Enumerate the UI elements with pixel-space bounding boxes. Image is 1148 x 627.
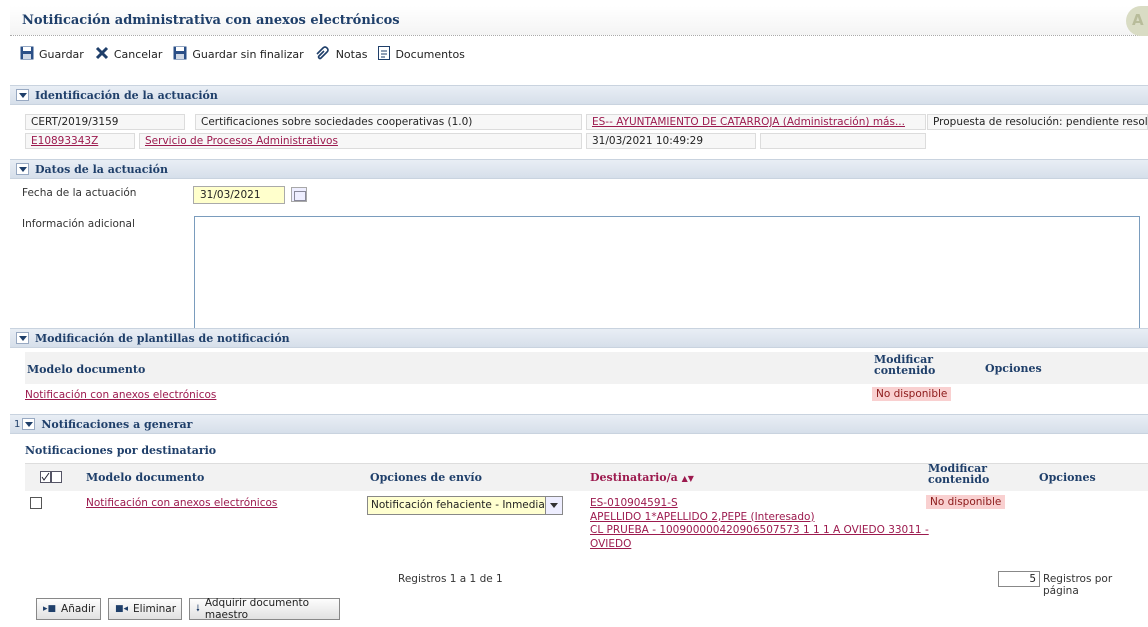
col-modify-header: Modificar contenido	[928, 463, 989, 485]
additional-info-label: Información adicional	[22, 218, 135, 230]
col-model-header: Modelo documento	[27, 363, 146, 376]
col-send-options-header: Opciones de envío	[370, 471, 482, 484]
notification-status-badge: No disponible	[926, 495, 1006, 509]
add-label: Añadir	[61, 603, 96, 615]
notifications-title: Notificaciones a generar	[41, 417, 193, 431]
collapse-toggle-icon[interactable]	[16, 332, 29, 344]
procedure-name: Certificaciones sobre sociedades coopera…	[195, 114, 582, 130]
collapse-toggle-icon[interactable]	[16, 163, 29, 175]
col-options-header: Opciones	[985, 362, 1042, 375]
col-modify-line2: contenido	[928, 473, 990, 486]
col-modify-header: Modificar contenido	[874, 354, 935, 376]
action-datetime: 31/03/2021 10:49:29	[586, 133, 756, 149]
per-page-input[interactable]: 5	[998, 571, 1040, 587]
recipient-address-link[interactable]: CL PRUEBA - 100900000420906507573 1 1 1 …	[590, 524, 929, 538]
template-status-badge: No disponible	[872, 387, 952, 401]
notifications-subtitle: Notificaciones por destinatario	[25, 444, 217, 457]
add-icon: ▸■	[43, 604, 57, 614]
additional-info-textarea[interactable]	[194, 216, 1140, 337]
add-button[interactable]: ▸■ Añadir	[36, 598, 101, 620]
action-date-input[interactable]: 31/03/2021	[193, 186, 285, 204]
recipient-id-link[interactable]: ES-010904591-S	[590, 497, 929, 511]
col-recipient-label: Destinatario/a	[590, 471, 678, 484]
col-modify-line2: contenido	[874, 364, 936, 377]
recipient-name-link[interactable]: APELLIDO 1*APELLIDO 2,PEPE (Interesado)	[590, 511, 929, 525]
documents-label: Documentos	[395, 47, 465, 61]
service-link[interactable]: Servicio de Procesos Administrativos	[139, 133, 582, 149]
notes-label: Notas	[335, 47, 368, 61]
save-without-finishing-label: Guardar sin finalizar	[192, 47, 304, 61]
sort-icon[interactable]: ▲▼	[682, 473, 694, 483]
identification-title: Identificación de la actuación	[35, 88, 218, 102]
col-recipient-header[interactable]: Destinatario/a ▲▼	[590, 471, 694, 484]
date-label: Fecha de la actuación	[22, 187, 137, 199]
send-option-value: Notificación fehaciente - Inmediato	[371, 499, 556, 511]
corner-letter: A	[1132, 11, 1144, 29]
templates-section-header[interactable]: Modificación de plantillas de notificaci…	[10, 328, 1148, 348]
acquire-label: Adquirir documento maestro	[204, 597, 310, 621]
delete-label: Eliminar	[133, 603, 177, 615]
identification-section-header[interactable]: Identificación de la actuación	[10, 85, 1148, 105]
floppy-disk-icon	[173, 46, 187, 63]
records-info: Registros 1 a 1 de 1	[398, 573, 503, 585]
save-button[interactable]: Guardar	[20, 46, 84, 63]
delete-button[interactable]: ■◂ Eliminar	[108, 598, 182, 620]
case-status: Propuesta de resolución: pendiente resol…	[927, 114, 1148, 130]
templates-title: Modificación de plantillas de notificaci…	[35, 331, 290, 345]
window-title: Notificación administrativa con anexos e…	[22, 13, 400, 28]
notifications-count: 1	[14, 418, 21, 430]
floppy-disk-icon	[20, 46, 34, 63]
save-without-finishing-button[interactable]: Guardar sin finalizar	[173, 46, 304, 63]
collapse-toggle-icon[interactable]	[22, 418, 36, 430]
notifications-section-header[interactable]: 1 Notificaciones a generar	[10, 414, 1148, 434]
delete-icon: ■◂	[115, 604, 129, 614]
close-icon	[95, 46, 109, 63]
recipient-city-link[interactable]: OVIEDO	[590, 538, 929, 552]
documents-button[interactable]: Documentos	[378, 45, 465, 63]
app-corner-logo: A	[1126, 6, 1148, 36]
action-data-section-header[interactable]: Datos de la actuación	[10, 159, 1148, 179]
calendar-icon[interactable]	[291, 187, 307, 202]
window-title-bar: Notificación administrativa con anexos e…	[10, 6, 1148, 36]
document-icon	[378, 45, 391, 63]
templates-table-header	[25, 352, 1148, 384]
paperclip-icon	[315, 45, 331, 63]
action-data-title: Datos de la actuación	[35, 162, 169, 176]
row-checkbox[interactable]	[30, 497, 42, 509]
entity-link[interactable]: ES-- AYUNTAMIENTO DE CATARROJA (Administ…	[586, 114, 926, 130]
empty-cell	[760, 133, 926, 149]
notes-button[interactable]: Notas	[315, 45, 368, 63]
select-all-icon[interactable]	[40, 471, 62, 486]
user-id-link[interactable]: E10893343Z	[25, 133, 135, 149]
toolbar: Guardar Cancelar Guardar sin finalizar N…	[20, 44, 476, 64]
send-options-select[interactable]: Notificación fehaciente - Inmediato	[367, 496, 563, 515]
save-label: Guardar	[39, 47, 84, 61]
case-code: CERT/2019/3159	[25, 114, 185, 130]
chevron-down-icon[interactable]	[545, 497, 562, 514]
cancel-button[interactable]: Cancelar	[95, 46, 163, 63]
col-options-header: Opciones	[1039, 471, 1096, 484]
collapse-toggle-icon[interactable]	[16, 89, 29, 101]
col-model-header: Modelo documento	[86, 471, 205, 484]
per-page-label: Registros por página	[1043, 573, 1113, 597]
template-model-link[interactable]: Notificación con anexos electrónicos	[25, 389, 216, 401]
arrow-down-icon: 🠗	[196, 604, 200, 614]
acquire-master-document-button[interactable]: 🠗 Adquirir documento maestro	[189, 597, 340, 621]
cancel-label: Cancelar	[113, 47, 163, 61]
recipient-cell: ES-010904591-S APELLIDO 1*APELLIDO 2,PEP…	[590, 497, 929, 551]
notification-model-link[interactable]: Notificación con anexos electrónicos	[86, 497, 277, 509]
